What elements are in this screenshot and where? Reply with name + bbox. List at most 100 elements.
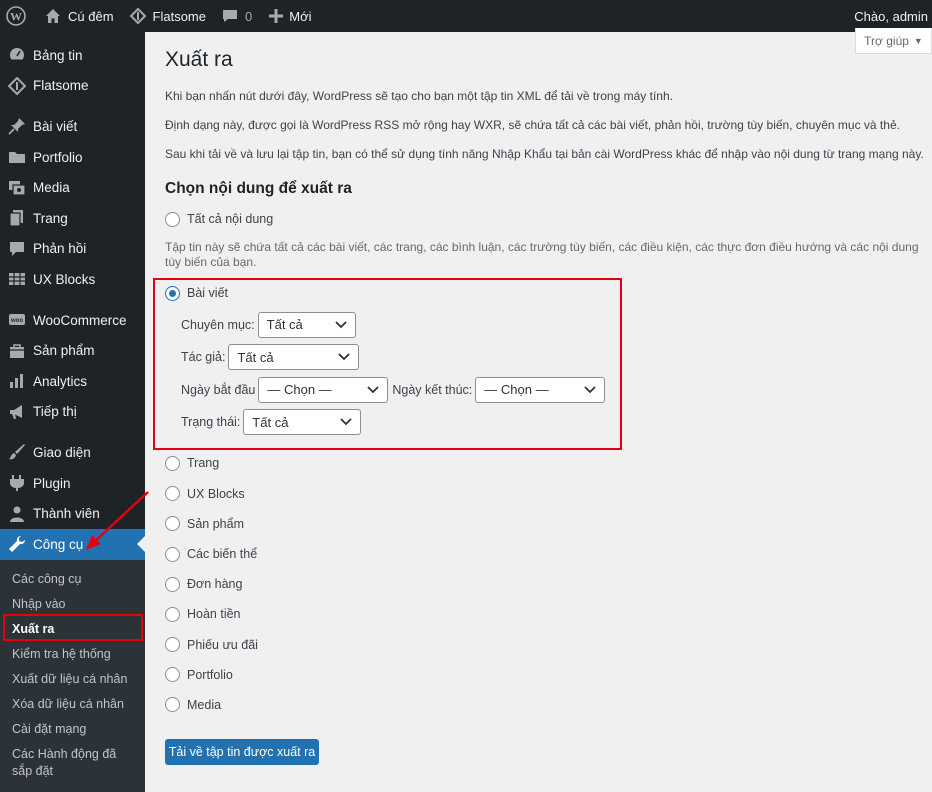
sidebar-item-marketing[interactable]: Tiếp thị	[0, 397, 145, 428]
option-variations[interactable]: Các biến thể	[165, 539, 930, 569]
sidebar-item-media[interactable]: Media	[0, 172, 145, 203]
end-date-select[interactable]: — Chọn —	[475, 376, 606, 403]
sidebar-item-label: Phản hồi	[33, 241, 87, 257]
svg-text:woo: woo	[10, 318, 23, 324]
radio-button[interactable]	[165, 486, 180, 502]
section-title: Chọn nội dung để xuất ra	[165, 180, 352, 197]
sidebar-item-pages[interactable]: Trang	[0, 203, 145, 234]
option-all-content[interactable]: Tất cả nội dung	[165, 204, 930, 234]
flatsome-icon	[128, 6, 148, 26]
submenu-item-erase-personal-data[interactable]: Xóa dữ liệu cá nhân	[0, 692, 145, 717]
sidebar-item-comments[interactable]: Phản hồi	[0, 234, 145, 265]
flatsome-icon	[7, 76, 27, 96]
sidebar-item-plugins[interactable]: Plugin	[0, 468, 145, 499]
author-label: Tác giả:	[181, 350, 226, 365]
sidebar-item-appearance[interactable]: Giao diện	[0, 437, 145, 468]
option-label: UX Blocks	[187, 486, 245, 501]
status-label: Trạng thái:	[181, 415, 241, 430]
option-label: Portfolio	[187, 667, 233, 682]
option-label: Hoàn tiền	[187, 607, 241, 622]
submenu-item-export-personal-data[interactable]: Xuất dữ liệu cá nhân	[0, 667, 145, 692]
radio-button[interactable]	[165, 667, 180, 683]
description-3: Sau khi tải về và lưu lại tập tin, bạn c…	[165, 147, 924, 161]
radio-button[interactable]	[165, 211, 180, 227]
sidebar-item-label: Trang	[33, 210, 68, 226]
radio-button[interactable]	[165, 516, 180, 532]
author-select[interactable]: Tất cả	[228, 344, 360, 371]
media-icon	[7, 178, 27, 198]
wordpress-logo[interactable]: W	[0, 0, 33, 32]
tools-submenu: Các công cụ Nhập vào Xuất ra Kiểm tra hệ…	[0, 559, 145, 792]
comments-count: 0	[245, 8, 253, 24]
option-ux-blocks[interactable]: UX Blocks	[165, 479, 930, 509]
sidebar-item-dashboard[interactable]: Bảng tin	[0, 40, 145, 71]
category-filter: Chuyên mục: Tất cả	[165, 308, 930, 341]
analytics-icon	[7, 371, 27, 391]
submenu-item-available-tools[interactable]: Các công cụ	[0, 567, 145, 592]
sidebar-item-label: Bảng tin	[33, 47, 83, 63]
sidebar-item-portfolio[interactable]: Portfolio	[0, 142, 145, 173]
radio-button[interactable]	[165, 606, 180, 622]
flatsome-menu[interactable]: Flatsome	[121, 0, 213, 32]
sidebar-item-woocommerce[interactable]: woo WooCommerce	[0, 305, 145, 336]
sidebar-item-label: Bài viết	[33, 118, 78, 134]
option-pages[interactable]: Trang	[165, 448, 930, 478]
comments-link[interactable]: 0	[213, 0, 259, 32]
sidebar-item-label: Công cụ	[33, 536, 84, 552]
option-coupons[interactable]: Phiếu ưu đãi	[165, 630, 930, 660]
sidebar-item-label: Thành viên	[33, 506, 100, 522]
radio-button-selected[interactable]	[165, 285, 180, 301]
option-media[interactable]: Media	[165, 690, 930, 720]
sidebar-item-analytics[interactable]: Analytics	[0, 366, 145, 397]
sidebar-item-label: WooCommerce	[33, 312, 127, 328]
option-posts[interactable]: Bài viết	[165, 278, 930, 308]
comment-icon	[220, 6, 240, 26]
sidebar-item-users[interactable]: Thành viên	[0, 498, 145, 529]
download-button-label: Tải về tập tin được xuất ra	[168, 745, 316, 759]
sidebar-item-ux-blocks[interactable]: UX Blocks	[0, 264, 145, 295]
sidebar-item-label: Sản phẩm	[33, 343, 95, 359]
category-select[interactable]: Tất cả	[257, 311, 356, 338]
radio-button[interactable]	[165, 546, 180, 562]
site-name-link[interactable]: Cú đêm	[33, 0, 121, 32]
main-content: Xuất ra Khi bạn nhấn nút dưới đây, WordP…	[165, 32, 930, 720]
category-select-value: Tất cả	[266, 317, 303, 333]
radio-button[interactable]	[165, 637, 180, 653]
radio-button[interactable]	[165, 697, 180, 713]
option-products[interactable]: Sản phẩm	[165, 509, 930, 539]
pin-icon	[7, 116, 27, 136]
submenu-item-scheduled-actions[interactable]: Các Hành động đã sắp đặt	[0, 742, 145, 784]
sidebar-item-flatsome[interactable]: Flatsome	[0, 71, 145, 102]
download-export-button[interactable]: Tải về tập tin được xuất ra	[165, 739, 319, 765]
new-content-link[interactable]: Mới	[259, 0, 318, 32]
end-date-label: Ngày kết thúc:	[392, 382, 473, 397]
home-icon	[43, 6, 63, 26]
submenu-item-site-health[interactable]: Kiểm tra hệ thống	[0, 642, 145, 667]
radio-button[interactable]	[165, 455, 180, 471]
radio-button[interactable]	[165, 576, 180, 592]
author-filter: Tác giả: Tất cả	[165, 341, 930, 374]
page-title: Xuất ra	[165, 48, 233, 71]
sidebar-item-label: Media	[33, 180, 70, 196]
wordpress-logo-icon: W	[6, 6, 26, 26]
submenu-item-import[interactable]: Nhập vào	[0, 592, 145, 617]
option-label: Tất cả nội dung	[187, 212, 274, 227]
posts-filter-group: Bài viết Chuyên mục: Tất cả Tác giả: Tất…	[165, 278, 930, 438]
option-label: Sản phẩm	[187, 516, 244, 531]
sidebar-item-label: Flatsome	[33, 78, 89, 94]
submenu-item-export[interactable]: Xuất ra	[0, 617, 145, 642]
sidebar-item-tools[interactable]: Công cụ	[0, 528, 145, 560]
sidebar-item-posts[interactable]: Bài viết	[0, 111, 145, 142]
option-label: Trang	[187, 456, 220, 471]
option-orders[interactable]: Đơn hàng	[165, 569, 930, 599]
admin-bar: W Cú đêm Flatsome 0 Mới Chào, admin	[0, 0, 932, 32]
description-1: Khi bạn nhấn nút dưới đây, WordPress sẽ …	[165, 89, 673, 103]
submenu-item-network-setup[interactable]: Cài đặt mạng	[0, 717, 145, 742]
chevron-down-icon	[335, 320, 347, 329]
sidebar-item-products[interactable]: Sản phẩm	[0, 335, 145, 366]
option-refunds[interactable]: Hoàn tiền	[165, 599, 930, 629]
start-date-select[interactable]: — Chọn —	[258, 376, 389, 403]
option-portfolio[interactable]: Portfolio	[165, 660, 930, 690]
sidebar-item-label: Plugin	[33, 475, 71, 491]
status-select[interactable]: Tất cả	[243, 409, 362, 436]
